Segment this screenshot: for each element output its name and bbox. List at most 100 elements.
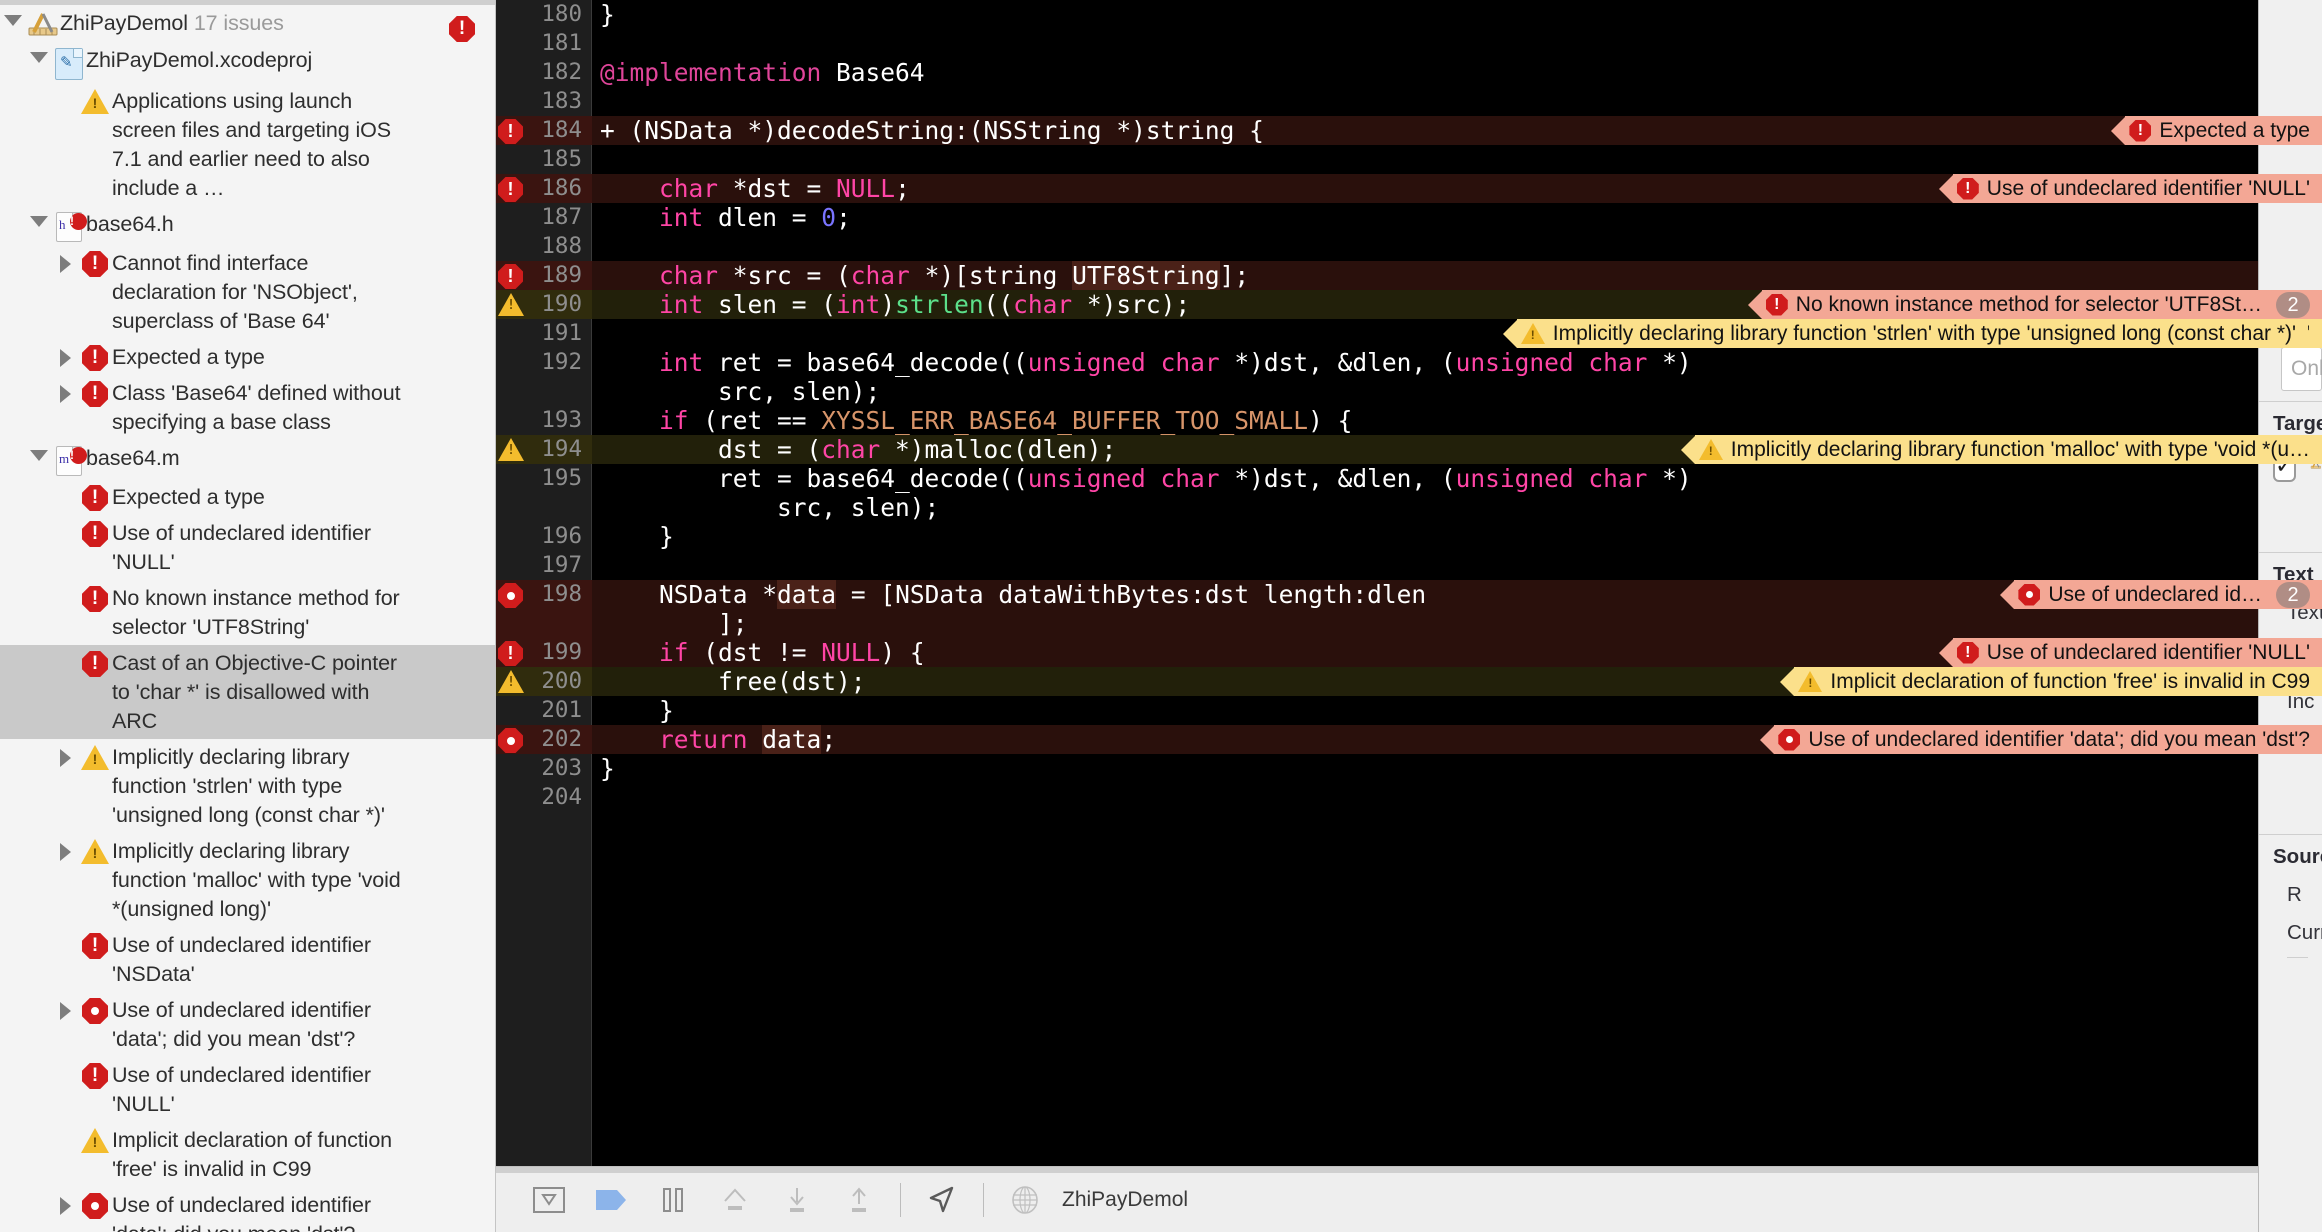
line-code[interactable]: return data; Use of undeclared identifier… (592, 725, 2322, 754)
disclosure-triangle[interactable] (26, 45, 52, 63)
on-demand-tags-field[interactable]: Onl (2281, 347, 2322, 391)
navigator-issue-row[interactable]: Use of undeclared identifier 'data'; did… (0, 1187, 495, 1232)
code-line[interactable]: 198 NSData *data = [NSData dataWithBytes… (496, 580, 2322, 638)
navigator-file-row[interactable]: h! base64.h (0, 206, 495, 245)
code-line[interactable]: ! 199 if (dst != NULL) {! Use of undeclare… (496, 638, 2322, 667)
source-editor-pane[interactable]: 180} 181 182 @implementation Base64 183! 184 +… (496, 0, 2322, 1232)
code-line[interactable]: 202 return data; Use of undeclared identi… (496, 725, 2322, 754)
line-code[interactable]: char *src = (char *)[string UTF8String]; (592, 261, 2322, 290)
navigator-issue-row[interactable]: ! Cast of an Objective-C pointer to 'char… (0, 645, 495, 739)
gutter-error-fixit-icon[interactable] (498, 583, 523, 608)
gutter-warning-icon[interactable] (498, 293, 524, 316)
code-line[interactable]: 190 int slen = (int)strlen((char *)src);… (496, 290, 2322, 319)
diagnostic-badge-198[interactable]: Use of undeclared id… 2 (2000, 580, 2322, 609)
code-line[interactable]: 204 (496, 783, 2322, 812)
disclosure-triangle[interactable] (52, 1190, 78, 1215)
diagnostic-badge-186[interactable]: ! Use of undeclared identifier 'NULL' (1938, 174, 2322, 203)
navigator-error-status-icon[interactable]: ! (449, 16, 475, 42)
line-code[interactable]: dst = (char *)malloc(dlen);Implicitly de… (592, 435, 2322, 464)
code-line[interactable]: 200 free(dst);Implicit declaration of fu… (496, 667, 2322, 696)
step-into-button[interactable] (766, 1177, 828, 1223)
debug-toolbar[interactable]: ZhiPayDemol (496, 1166, 2322, 1232)
code-line[interactable]: 183 (496, 87, 2322, 116)
gutter-error-icon[interactable]: ! (498, 641, 523, 666)
line-code[interactable]: } (592, 696, 2322, 725)
code-line[interactable]: 187 int dlen = 0; (496, 203, 2322, 232)
code-line[interactable]: ! 186 char *dst = NULL;! Use of undeclared… (496, 174, 2322, 203)
code-line[interactable]: ! 189 char *src = (char *)[string UTF8Str… (496, 261, 2322, 290)
line-code[interactable]: int slen = (int)strlen((char *)src);! No … (592, 290, 2322, 319)
navigator-issue-row[interactable]: ! Expected a type (0, 479, 495, 515)
gutter-error-icon[interactable]: ! (498, 264, 523, 289)
line-code[interactable] (592, 783, 2322, 812)
navigator-issue-row[interactable]: ! Cannot find interface declaration for '… (0, 245, 495, 339)
disclosure-triangle[interactable] (52, 248, 78, 273)
line-code[interactable]: } (592, 0, 2322, 29)
navigator-issue-row[interactable]: ! Use of undeclared identifier 'NULL' (0, 515, 495, 580)
navigator-issue-row[interactable]: ! Class 'Base64' defined without specifyi… (0, 375, 495, 440)
diagnostic-badge-184[interactable]: ! Expected a type (2111, 116, 2322, 145)
line-code[interactable] (592, 29, 2322, 58)
navigator-project-row[interactable]: ZhiPayDemol 17 issues ! (0, 5, 495, 42)
navigator-issue-row[interactable]: ! Use of undeclared identifier 'NSData' (0, 927, 495, 992)
disclosure-triangle[interactable] (52, 742, 78, 767)
project-disclosure-triangle[interactable] (0, 8, 26, 26)
line-code[interactable]: } (592, 522, 2322, 551)
code-line[interactable]: 192 int ret = base64_decode((unsigned ch… (496, 348, 2322, 406)
code-content[interactable]: 180} 181 182 @implementation Base64 183! 184 +… (496, 0, 2322, 1166)
line-code[interactable]: free(dst);Implicit declaration of functi… (592, 667, 2322, 696)
step-out-button[interactable] (828, 1177, 890, 1223)
gutter-error-icon[interactable]: ! (498, 119, 523, 144)
navigator-issue-row[interactable]: ! No known instance method for selector '… (0, 580, 495, 645)
diagnostic-badge-194[interactable]: Implicitly declaring library function 'm… (1680, 435, 2322, 464)
code-line[interactable]: 201 } (496, 696, 2322, 725)
code-line[interactable]: 196 } (496, 522, 2322, 551)
location-button[interactable] (911, 1177, 973, 1223)
gutter-error-fixit-icon[interactable] (498, 728, 523, 753)
line-code[interactable]: int ret = base64_decode((unsigned char *… (592, 348, 2322, 406)
code-line[interactable]: 203} (496, 754, 2322, 783)
gutter-warning-icon[interactable] (498, 670, 524, 693)
disclosure-triangle[interactable] (52, 836, 78, 861)
source-editor[interactable]: 180} 181 182 @implementation Base64 183! 184 +… (496, 0, 2322, 1166)
navigator-file-row[interactable]: m! base64.m (0, 440, 495, 479)
issue-navigator[interactable]: ZhiPayDemol 17 issues ! ✎ ZhiPayDemol.xco… (0, 0, 496, 1232)
step-over-button[interactable] (704, 1177, 766, 1223)
navigator-issue-row[interactable]: ! Use of undeclared identifier 'NULL' (0, 1057, 495, 1122)
disclosure-triangle[interactable] (52, 378, 78, 403)
navigator-list[interactable]: ✎ZhiPayDemol.xcodeproj Applications using… (0, 42, 495, 1232)
navigator-issue-row[interactable]: Applications using launch screen files a… (0, 83, 495, 206)
gutter-warning-icon[interactable] (498, 438, 524, 461)
process-button[interactable] (994, 1177, 1056, 1223)
navigator-issue-row[interactable]: Implicitly declaring library function 'm… (0, 833, 495, 927)
diagnostic-badge-199[interactable]: ! Use of undeclared identifier 'NULL' (1938, 638, 2322, 667)
code-line[interactable]: 194 dst = (char *)malloc(dlen);Implicitl… (496, 435, 2322, 464)
line-code[interactable]: NSData *data = [NSData dataWithBytes:dst… (592, 580, 2322, 638)
code-line[interactable]: 182 @implementation Base64 (496, 58, 2322, 87)
line-code[interactable]: int dlen = 0; (592, 203, 2322, 232)
gutter-error-icon[interactable]: ! (498, 177, 523, 202)
code-line[interactable]: 180} (496, 0, 2322, 29)
line-code[interactable]: + (NSData *)decodeString:(NSString *)str… (592, 116, 2322, 145)
navigator-issue-row[interactable]: Implicit declaration of function 'free' … (0, 1122, 495, 1187)
diagnostic-badge-190[interactable]: ! No known instance method for selector '… (1747, 290, 2322, 319)
line-code[interactable]: if (dst != NULL) {! Use of undeclared ide… (592, 638, 2322, 667)
diagnostic-badge-200[interactable]: Implicit declaration of function 'free' … (1780, 667, 2322, 696)
code-line[interactable]: 185 (496, 145, 2322, 174)
line-code[interactable]: if (ret == XYSSL_ERR_BASE64_BUFFER_TOO_S… (592, 406, 2322, 435)
disclosure-triangle[interactable] (26, 209, 52, 227)
line-code[interactable] (592, 232, 2322, 261)
navigator-issue-row[interactable]: Use of undeclared identifier 'data'; did… (0, 992, 495, 1057)
code-line[interactable]: 191 Implicitly declaring library function… (496, 319, 2322, 348)
line-code[interactable] (592, 87, 2322, 116)
navigator-issue-row[interactable]: ! Expected a type (0, 339, 495, 375)
hide-debug-area-button[interactable] (518, 1177, 580, 1223)
line-code[interactable]: } (592, 754, 2322, 783)
pause-button[interactable] (642, 1177, 704, 1223)
line-code[interactable]: @implementation Base64 (592, 58, 2322, 87)
navigator-issue-row[interactable]: Implicitly declaring library function 's… (0, 739, 495, 833)
code-line[interactable]: 181 (496, 29, 2322, 58)
code-line[interactable]: 193 if (ret == XYSSL_ERR_BASE64_BUFFER_T… (496, 406, 2322, 435)
navigator-file-row[interactable]: ✎ ZhiPayDemol.xcodeproj (0, 42, 495, 83)
disclosure-triangle[interactable] (52, 995, 78, 1020)
